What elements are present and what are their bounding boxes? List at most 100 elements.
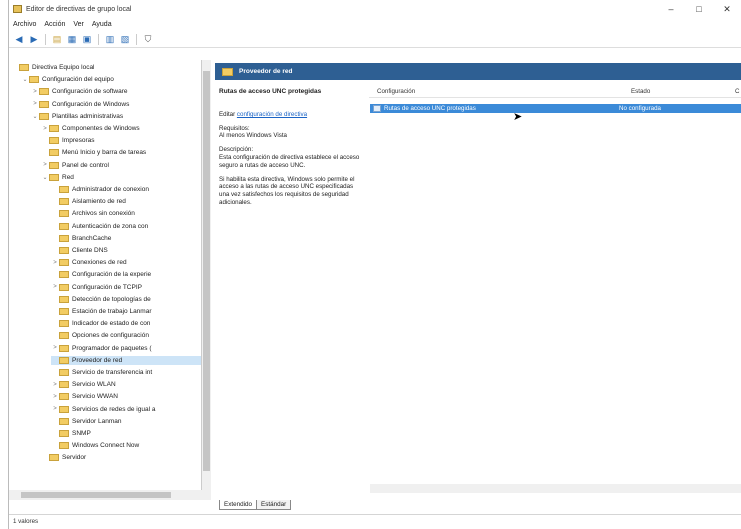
tree-item[interactable]: ⌄ Red [41,173,201,182]
expand-toggle-icon[interactable]: > [41,126,49,132]
tree-item-label: Conexiones de red [72,259,127,267]
expand-toggle-icon[interactable]: > [31,101,39,107]
tree-item[interactable]: Administrador de conexion [51,185,201,194]
tree-item[interactable]: ⌄ Plantillas administrativas [31,112,201,121]
tab-estandar[interactable]: Estándar [256,500,292,510]
tree-item[interactable]: > Panel de control [41,161,201,170]
folder-icon [59,222,69,230]
list-horizontal-scrollbar[interactable] [370,484,741,493]
show-tree-icon[interactable]: ▦ [66,33,78,45]
tree-item[interactable]: > Servicios de redes de igual a [51,405,201,414]
tree-item-label: Directiva Equipo local [32,64,95,71]
description-panel: Rutas de acceso UNC protegidas Editar co… [219,88,364,213]
menu-ver[interactable]: Ver [73,21,84,28]
up-folder-icon[interactable]: ▤ [51,33,63,45]
tree-item[interactable]: BranchCache [51,234,201,243]
tree-item[interactable]: Opciones de configuración [51,331,201,340]
column-comentario[interactable]: C [735,88,739,95]
tree-item-label: Configuración de software [52,88,128,96]
export-icon[interactable]: ▣ [81,33,93,45]
forward-arrow-icon[interactable]: ▶ [28,33,40,45]
tree-item[interactable]: Proveedor de red [51,355,201,365]
tree-item[interactable]: ⌄ Configuración del equipo [21,75,201,84]
tree-item[interactable]: Windows Connect Now [51,441,201,450]
menu-ayuda[interactable]: Ayuda [92,21,112,28]
folder-icon [59,381,69,389]
minimize-button[interactable]: – [657,0,685,18]
tree-item-label: Configuración del equipo [42,76,114,84]
expand-toggle-icon[interactable]: ⌄ [31,113,39,120]
tree-item[interactable]: Cliente DNS [51,246,201,255]
table-row[interactable]: Rutas de acceso UNC protegidas No config… [370,104,741,113]
expand-toggle-icon[interactable]: ⌄ [21,76,29,83]
folder-icon [59,295,69,303]
toolbar-separator [136,33,137,45]
menu-accion[interactable]: Acción [44,21,65,28]
properties-icon[interactable]: ▥ [104,33,116,45]
app-window: Editor de directivas de grupo local – □ … [8,0,741,529]
tree-item[interactable]: Configuración de la experie [51,270,201,279]
tree-item[interactable]: Menú Inicio y barra de tareas [41,148,201,157]
tree-item[interactable]: Indicador de estado de con [51,319,201,328]
tree-item[interactable]: Impresoras [41,136,201,145]
tree-item[interactable]: Archivos sin conexión [51,209,201,218]
tree-item-label: Servicios de redes de igual a [72,405,156,413]
tree-item[interactable]: > Programador de paquetes ( [51,344,201,353]
expand-toggle-icon[interactable]: > [51,284,59,290]
tree-item[interactable]: > Configuración de TCPIP [51,283,201,292]
status-bar: 1 valores [9,514,741,529]
tree-item[interactable]: > Configuración de Windows [31,100,201,109]
tree-item-label: SNMP [72,430,91,437]
column-configuracion[interactable]: Configuración [377,88,415,95]
expand-toggle-icon[interactable]: > [51,406,59,412]
expand-toggle-icon[interactable]: > [41,162,49,168]
filter-icon[interactable]: ⛉ [142,33,154,45]
scroll-thumb[interactable] [203,71,210,471]
policy-setting-icon [373,105,381,112]
expand-toggle-icon[interactable]: > [51,394,59,400]
help-icon[interactable]: ▧ [119,33,131,45]
tree-item[interactable]: Detección de topologías de [51,295,201,304]
tree-item[interactable]: > Servicio WLAN [51,380,201,389]
folder-icon [59,430,69,437]
maximize-button[interactable]: □ [685,0,713,18]
navigation-tree: Directiva Equipo local ⌄ Configuración del… [9,60,202,490]
tree-item-label: Aislamiento de red [72,198,126,206]
requirements-value: Al menos Windows Vista [219,132,287,140]
folder-icon [59,308,69,315]
tree-item[interactable]: Directiva Equipo local [11,63,201,72]
column-estado[interactable]: Estado [631,88,650,95]
edit-policy-link[interactable]: configuración de directiva [237,111,307,118]
tree-item[interactable]: SNMP [51,429,201,438]
tree-item[interactable]: Estación de trabajo Lanmar [51,307,201,316]
folder-icon [49,161,59,169]
tree-item[interactable]: Servicio de transferencia int [51,368,201,377]
tree-item[interactable]: Aislamiento de red [51,197,201,206]
close-button[interactable]: ✕ [713,0,741,18]
tree-item[interactable]: > Conexiones de red [51,258,201,267]
menu-bar: Archivo Acción Ver Ayuda [9,18,741,30]
tree-item[interactable]: Servidor [41,453,201,462]
expand-toggle-icon[interactable]: > [51,382,59,388]
tree-vertical-scrollbar[interactable] [202,60,211,490]
folder-icon [59,344,69,352]
folder-icon [59,332,69,340]
tree-item[interactable]: > Componentes de Windows [41,124,201,133]
expand-toggle-icon[interactable]: > [51,345,59,351]
tree-item-label: Servicio de transferencia int [72,369,153,376]
back-arrow-icon[interactable]: ◀ [13,33,25,45]
folder-icon [49,125,59,132]
tab-extendido[interactable]: Extendido [219,500,258,510]
folder-icon [59,417,69,425]
folder-icon [59,210,69,218]
tree-horizontal-scrollbar[interactable] [9,490,211,500]
expand-toggle-icon[interactable]: > [51,260,59,266]
tree-item[interactable]: > Servicio WWAN [51,392,201,401]
scroll-thumb[interactable] [21,492,171,498]
menu-archivo[interactable]: Archivo [13,21,36,28]
expand-toggle-icon[interactable]: ⌄ [41,174,49,181]
tree-item[interactable]: Autenticación de zona con [51,222,201,231]
expand-toggle-icon[interactable]: > [31,89,39,95]
tree-item[interactable]: > Configuración de software [31,87,201,96]
tree-item[interactable]: Servidor Lanman [51,417,201,426]
